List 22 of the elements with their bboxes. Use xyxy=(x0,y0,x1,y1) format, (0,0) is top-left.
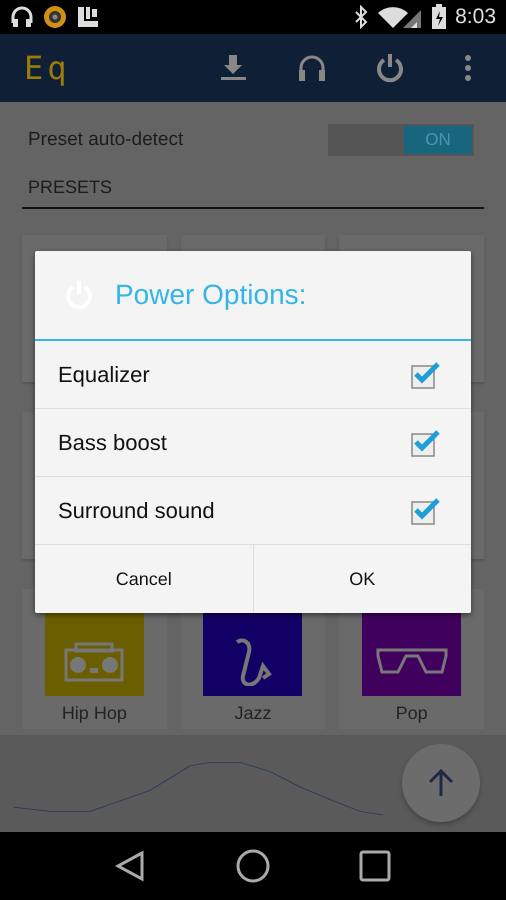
section-heading: PRESETS xyxy=(22,174,484,209)
dialog-title: Power Options: xyxy=(115,278,306,312)
speaker-icon xyxy=(42,4,68,30)
up-arrow-icon xyxy=(427,768,455,798)
battery-icon xyxy=(431,4,448,30)
home-icon[interactable] xyxy=(236,849,270,883)
checkbox[interactable] xyxy=(411,428,441,456)
bluetooth-icon xyxy=(353,5,370,29)
headphones-icon xyxy=(10,5,34,29)
option-label: Bass boost xyxy=(58,429,167,457)
setting-label: Preset auto-detect xyxy=(28,128,184,152)
checkbox[interactable] xyxy=(411,496,441,524)
recents-icon[interactable] xyxy=(358,849,392,883)
power-icon[interactable] xyxy=(374,52,406,84)
app-logo: Eq xyxy=(24,48,71,89)
option-label: Equalizer xyxy=(58,361,150,389)
checkbox[interactable] xyxy=(411,360,441,388)
app-icon xyxy=(76,5,100,29)
dialog-button[interactable]: OK xyxy=(252,545,471,613)
status-time: 8:03 xyxy=(455,4,496,30)
option-label: Surround sound xyxy=(58,497,215,525)
wifi-signal-icon xyxy=(377,5,424,29)
